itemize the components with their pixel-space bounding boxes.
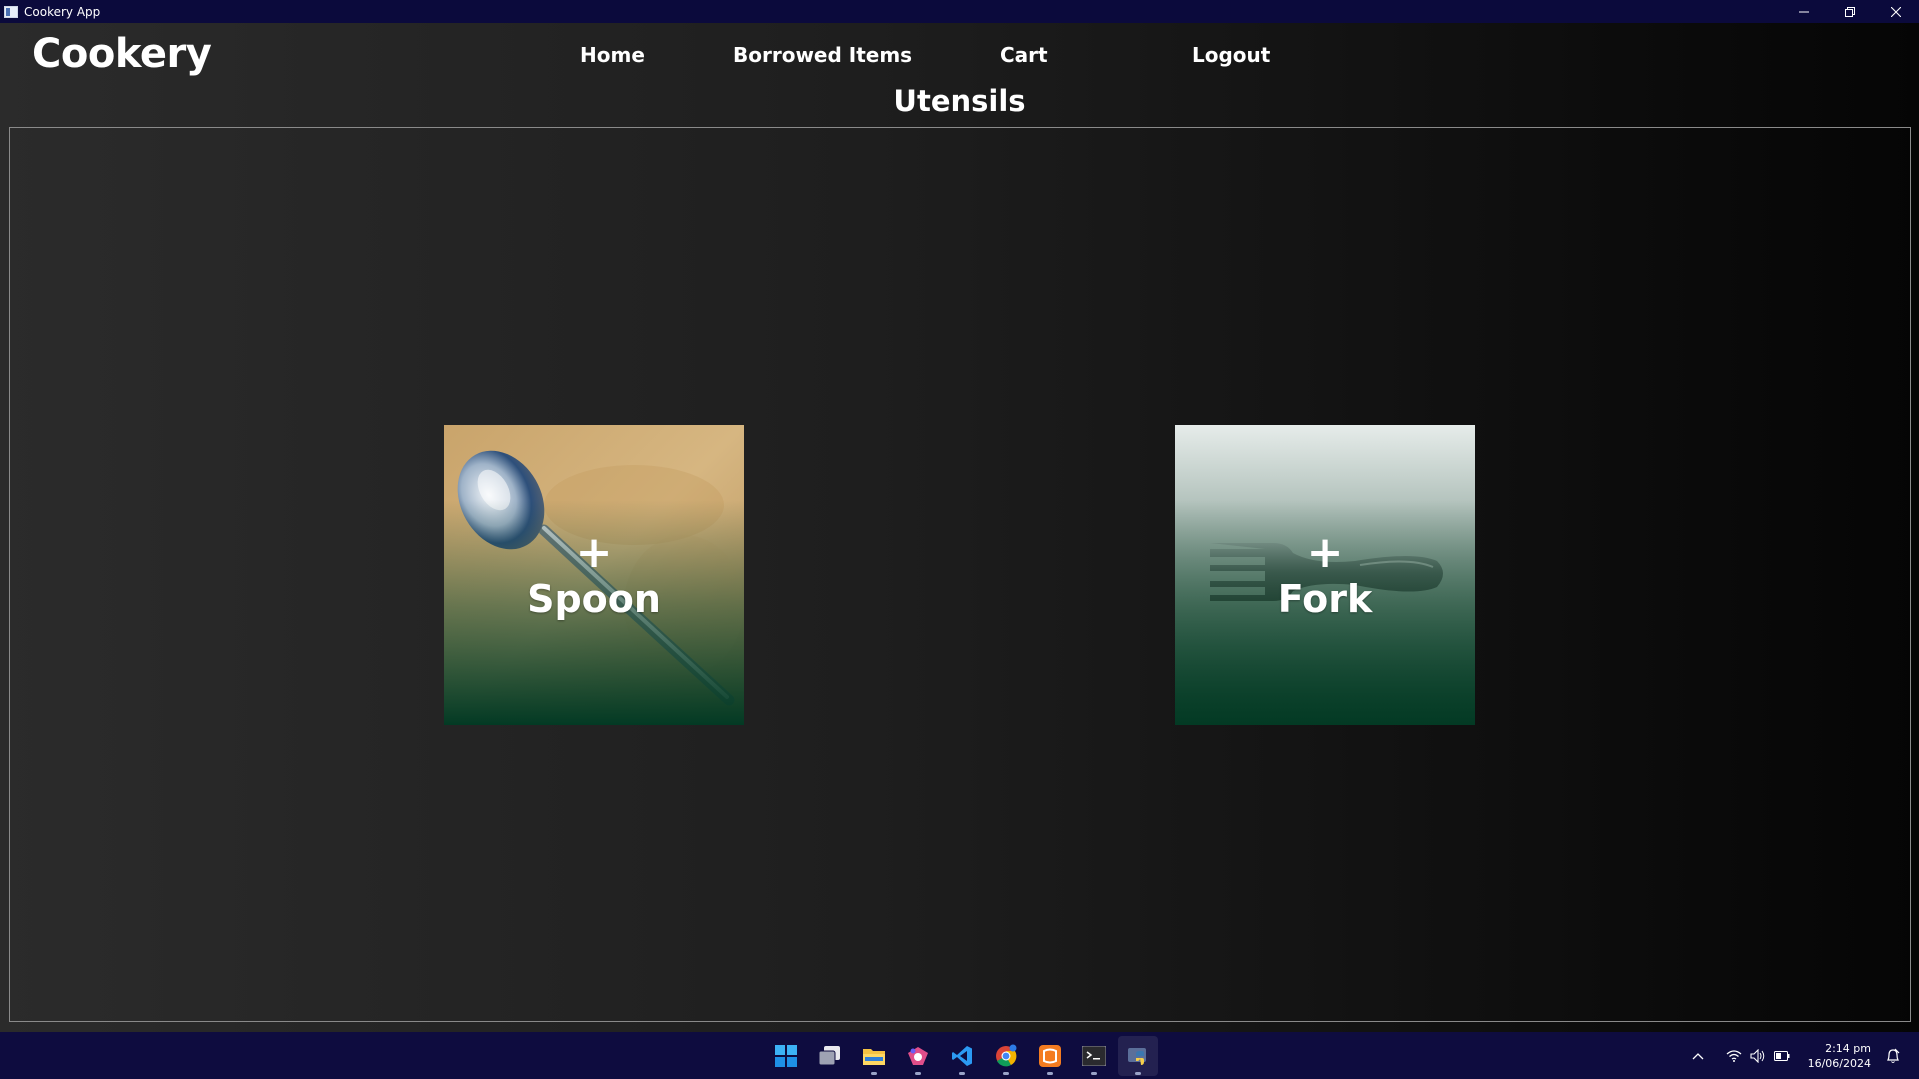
xampp-button[interactable] [1030, 1036, 1070, 1076]
app-window-icon [4, 5, 18, 18]
app-window: Cookery Home Borrowed Items Cart Logout … [0, 23, 1919, 1032]
nav-cart[interactable]: Cart [1000, 43, 1048, 67]
nav-logout[interactable]: Logout [1192, 43, 1270, 67]
window-controls [1781, 0, 1919, 23]
item-label-spoon: Spoon [527, 577, 661, 621]
add-icon: + [575, 527, 613, 578]
show-hidden-icons-button[interactable] [1686, 1052, 1710, 1060]
title-bar: Cookery App [0, 0, 1919, 23]
notification-bell-icon [1887, 1048, 1900, 1063]
volume-button[interactable] [1746, 1048, 1770, 1063]
vscode-icon [952, 1046, 972, 1066]
terminal-button[interactable] [1074, 1036, 1114, 1076]
wifi-icon [1726, 1049, 1742, 1062]
minimize-button[interactable] [1781, 0, 1827, 23]
running-indicator [1047, 1072, 1053, 1075]
taskbar: 2:14 pm 16/06/2024 [0, 1032, 1919, 1079]
running-indicator [959, 1072, 965, 1075]
page-title: Utensils [893, 84, 1026, 118]
restore-button[interactable] [1827, 0, 1873, 23]
task-view-button[interactable] [810, 1036, 850, 1076]
taskbar-apps [766, 1036, 1158, 1076]
xampp-icon [1039, 1045, 1061, 1067]
folder-icon [863, 1049, 885, 1065]
item-label-fork: Fork [1277, 577, 1373, 621]
chevron-up-icon [1692, 1052, 1704, 1059]
nav-borrowed-items[interactable]: Borrowed Items [733, 43, 912, 67]
add-icon: + [1306, 527, 1344, 578]
nav-home[interactable]: Home [580, 43, 645, 67]
minimize-icon [1799, 11, 1809, 12]
spoon-card[interactable]: + Spoon [444, 425, 744, 725]
vscode-button[interactable] [942, 1036, 982, 1076]
clock-date: 16/06/2024 [1807, 1056, 1871, 1070]
window-title: Cookery App [24, 4, 101, 19]
windows-start-icon [775, 1045, 797, 1067]
clock-time: 2:14 pm [1825, 1041, 1871, 1055]
utensils-panel [9, 127, 1911, 1022]
close-button[interactable] [1873, 0, 1919, 23]
notifications-button[interactable] [1881, 1048, 1905, 1064]
file-explorer-button[interactable] [854, 1036, 894, 1076]
main-nav: Home Borrowed Items Cart Logout [0, 43, 1919, 73]
restore-icon [1845, 6, 1855, 17]
fork-card[interactable]: + Fork [1175, 425, 1475, 725]
volume-icon [1750, 1048, 1764, 1063]
python-app-button[interactable] [1118, 1036, 1158, 1076]
close-icon [1891, 6, 1901, 17]
visual-studio-icon [908, 1047, 928, 1065]
clock[interactable]: 2:14 pm 16/06/2024 [1808, 1041, 1871, 1071]
start-button[interactable] [766, 1036, 806, 1076]
visual-studio-button[interactable] [898, 1036, 938, 1076]
terminal-icon [1082, 1046, 1106, 1066]
running-indicator [871, 1072, 877, 1075]
battery-icon [1773, 1050, 1790, 1061]
running-indicator [1003, 1072, 1009, 1075]
battery-button[interactable] [1770, 1050, 1794, 1061]
running-indicator [1091, 1072, 1097, 1075]
running-indicator [1135, 1072, 1141, 1075]
chrome-button[interactable] [986, 1036, 1026, 1076]
python-app-icon [1128, 1048, 1146, 1065]
wifi-button[interactable] [1722, 1049, 1746, 1062]
running-indicator [915, 1072, 921, 1075]
chrome-icon [996, 1044, 1017, 1067]
task-view-icon [818, 1046, 840, 1066]
system-tray: 2:14 pm 16/06/2024 [1686, 1032, 1919, 1079]
